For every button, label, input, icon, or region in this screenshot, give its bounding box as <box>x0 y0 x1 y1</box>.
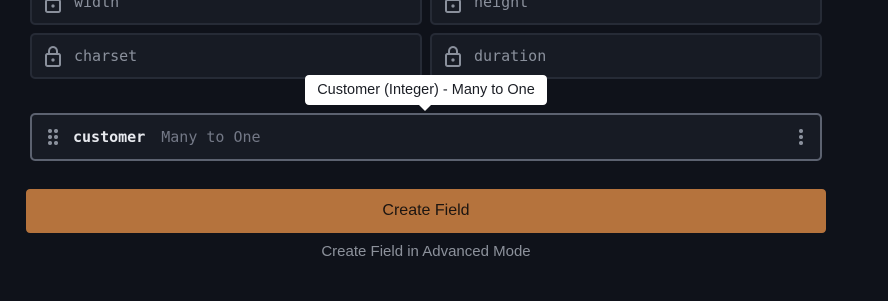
tooltip-text: Customer (Integer) - Many to One <box>317 82 535 98</box>
field-configuration-panel: width height charset duration Customer (… <box>0 0 888 301</box>
lock-icon <box>441 0 465 14</box>
field-name: width <box>74 0 120 11</box>
relation-field-type: Many to One <box>161 128 261 146</box>
field-duration[interactable]: duration <box>430 33 822 79</box>
field-width[interactable]: width <box>30 0 422 25</box>
relation-field-name: customer <box>73 128 146 146</box>
create-field-button[interactable]: Create Field <box>26 189 826 233</box>
field-tooltip: Customer (Integer) - Many to One <box>305 75 547 111</box>
advanced-mode-link[interactable]: Create Field in Advanced Mode <box>26 243 826 263</box>
lock-icon <box>41 0 65 14</box>
lock-icon <box>441 44 465 68</box>
field-height[interactable]: height <box>430 0 822 25</box>
field-name: duration <box>474 47 547 65</box>
drag-handle-icon[interactable] <box>47 128 59 146</box>
field-charset[interactable]: charset <box>30 33 422 79</box>
field-name: charset <box>74 47 138 65</box>
tooltip-arrow <box>419 105 431 111</box>
lock-icon <box>41 44 65 68</box>
relation-field-customer[interactable]: customer Many to One <box>30 113 822 161</box>
field-name: height <box>474 0 529 11</box>
more-vertical-icon[interactable] <box>798 128 804 146</box>
